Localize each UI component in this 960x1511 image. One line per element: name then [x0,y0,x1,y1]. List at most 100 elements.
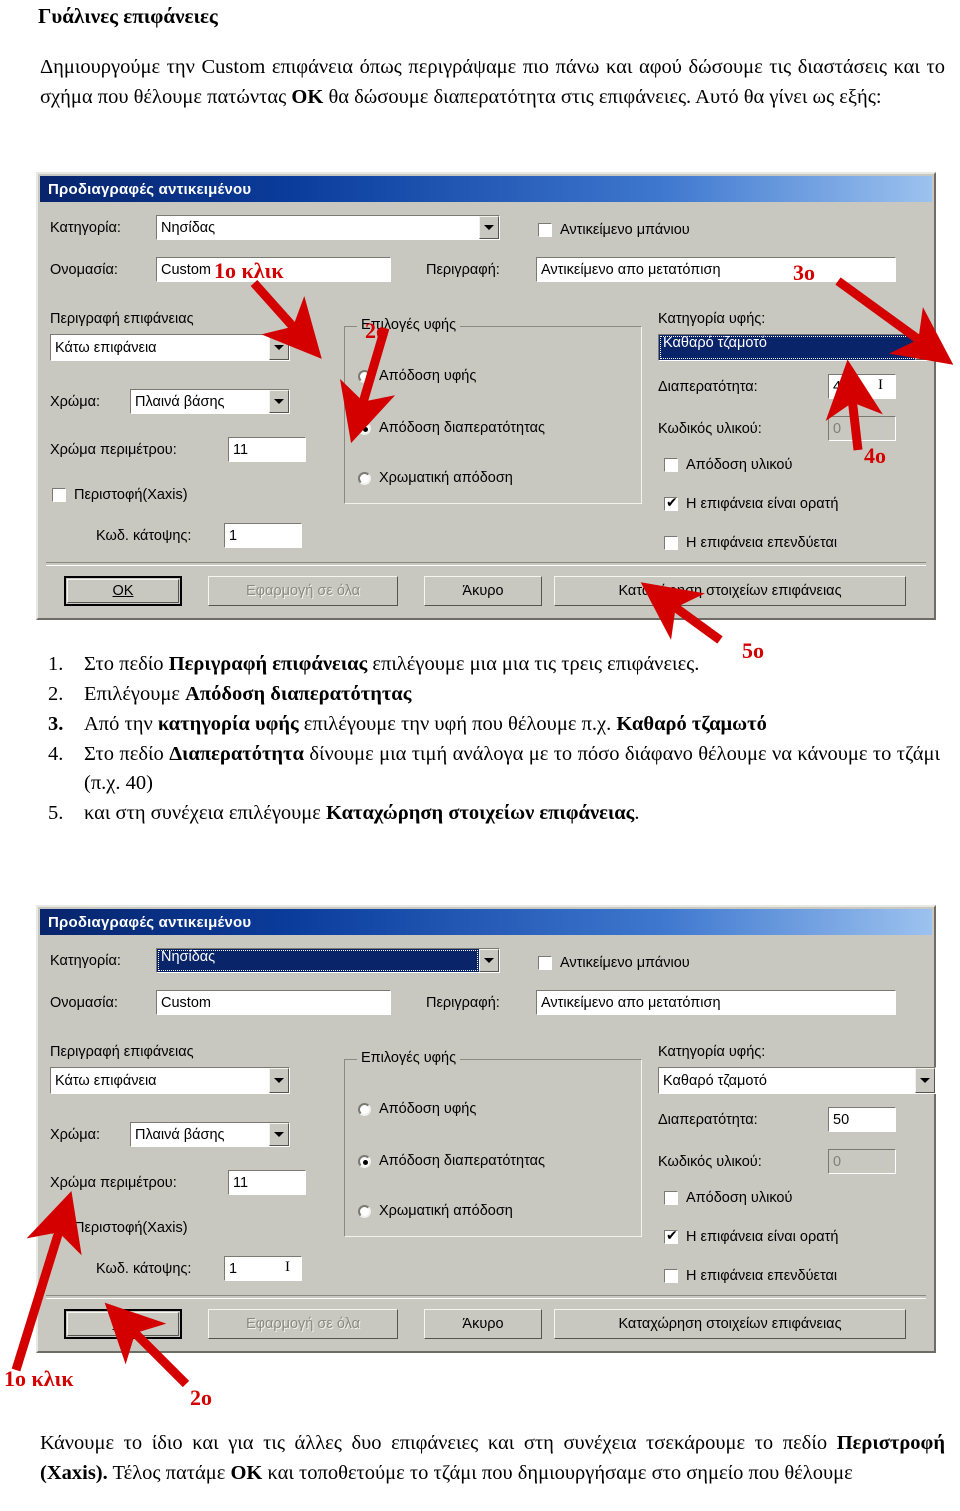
surface-description-combo[interactable]: Κάτω επιφάνεια [50,1067,290,1094]
checkbox-box[interactable] [538,223,552,237]
name-input[interactable]: Custom [156,990,391,1015]
checkbox-surface-visible[interactable]: Η επιφάνεια είναι ορατή [664,1227,838,1245]
checkbox-rotation-xaxis[interactable]: Περιστοφή(Xaxis) [52,1218,188,1236]
ok-button[interactable]: OK [64,576,182,606]
label-transparency: Διαπερατότητα: [658,1112,758,1128]
annotation-4: 4ο [864,443,886,468]
apply-all-button[interactable]: Εφαρμογή σε όλα [208,1309,398,1339]
object-specs-dialog-2[interactable]: Προδιαγραφές αντικειμένου Κατηγορία: Νησ… [36,905,936,1353]
register-surface-button-label: Καταχώρηση στοιχείων επιφάνειας [618,583,842,599]
ok-button[interactable]: OK [64,1309,182,1339]
label-category: Κατηγορία: [50,953,121,969]
description-input[interactable]: Αντικείμενο απο μετατόπιση [536,990,896,1015]
checkbox-box[interactable] [52,1218,66,1236]
chevron-down-icon[interactable] [479,949,499,972]
ok-button-label: OK [112,1316,134,1332]
perimeter-color-input[interactable]: 11 [228,437,306,462]
radio-dot[interactable] [358,369,371,383]
checkbox-rotation-xaxis[interactable]: Περιστοφή(Xaxis) [52,487,188,503]
radio-color-render[interactable]: Χρωματική απόδοση [358,470,513,486]
radio-dot[interactable] [358,421,371,435]
apply-all-button[interactable]: Εφαρμογή σε όλα [208,576,398,606]
perimeter-color-input[interactable]: 11 [228,1170,306,1195]
checkbox-surface-visible-label: Η επιφάνεια είναι ορατή [686,496,839,512]
texture-category-value: Καθαρό τζαμοτό [663,1072,767,1089]
chevron-down-icon[interactable] [479,216,499,239]
chevron-down-icon[interactable] [269,335,289,360]
chevron-down-icon[interactable] [915,1068,935,1093]
list-item-bold-a: Περιγραφή επιφάνειας [168,653,368,675]
color-combo-value: Πλαινά βάσης [135,1126,225,1143]
radio-transparency-render-label: Απόδοση διαπερατότητας [379,1153,545,1169]
list-item-text-a: Στο πεδίο [84,653,169,675]
radio-transparency-render[interactable]: Απόδοση διαπερατότητας [358,1153,545,1169]
checkbox-bath-object-label: Αντικείμενο μπάνιου [560,222,690,238]
checkbox-material-render[interactable]: Απόδοση υλικού [664,1190,792,1206]
register-surface-button[interactable]: Καταχώρηση στοιχείων επιφάνειας [554,576,906,606]
surface-description-value: Κάτω επιφάνεια [55,1072,157,1089]
annotation-5: 5ο [742,638,764,663]
label-plan-code: Κωδ. κάτοψης: [96,528,192,544]
checkbox-box[interactable] [664,1269,678,1283]
chevron-down-icon[interactable] [269,1123,289,1146]
list-item: 1. Στο πεδίο Περιγραφή επιφάνειας επιλέγ… [40,650,940,679]
checkbox-box[interactable] [538,956,552,970]
checkbox-material-render[interactable]: Απόδοση υλικού [664,457,792,473]
register-surface-button[interactable]: Καταχώρηση στοιχείων επιφάνειας [554,1309,906,1339]
radio-dot[interactable] [358,1154,371,1168]
annotation-b1: 1ο κλικ [4,1366,74,1391]
checkbox-box[interactable] [664,536,678,550]
checkbox-bath-object[interactable]: Αντικείμενο μπάνιου [538,955,690,971]
checkbox-box[interactable] [664,1191,678,1205]
checkbox-box[interactable] [664,494,678,512]
dialog-titlebar: Προδιαγραφές αντικειμένου [40,909,932,935]
checkbox-surface-coated-label: Η επιφάνεια επενδύεται [686,1268,838,1284]
cancel-button[interactable]: Άκυρο [424,576,542,606]
list-item: 5. και στη συνέχεια επιλέγουμε Καταχώρησ… [40,799,940,828]
apply-all-button-label: Εφαρμογή σε όλα [245,1316,361,1332]
label-color: Χρώμα: [50,1127,101,1143]
cancel-button[interactable]: Άκυρο [424,1309,542,1339]
category-combo[interactable]: Νησίδας [156,948,500,973]
checkbox-bath-object[interactable]: Αντικείμενο μπάνιου [538,222,690,238]
annotation-1: 1ο κλικ [214,258,284,283]
dialog-titlebar: Προδιαγραφές αντικειμένου [40,176,932,202]
chevron-down-icon[interactable] [915,335,935,360]
transparency-input[interactable]: 40 [828,374,896,399]
radio-dot[interactable] [358,471,371,485]
radio-texture-render[interactable]: Απόδοση υφής [358,1101,476,1117]
list-item-bold-b: Καθαρό τζαμωτό [616,713,767,735]
list-item-bold-a: Απόδοση διαπερατότητας [185,683,412,705]
category-combo[interactable]: Νησίδας [156,215,500,240]
label-transparency: Διαπερατότητα: [658,379,758,395]
transparency-input[interactable]: 50 [828,1107,896,1132]
checkbox-surface-visible[interactable]: Η επιφάνεια είναι ορατή [664,494,839,512]
chevron-down-icon[interactable] [269,390,289,413]
checkbox-box[interactable] [52,488,66,502]
checkbox-box[interactable] [664,458,678,472]
radio-texture-render[interactable]: Απόδοση υφής [358,368,476,384]
plan-code-input[interactable]: 1 [224,523,302,548]
texture-category-combo[interactable]: Καθαρό τζαμοτό [658,1067,936,1094]
checkbox-surface-coated[interactable]: Η επιφάνεια επενδύεται [664,535,837,551]
checkbox-box[interactable] [664,1227,678,1245]
steps-list: 1. Στο πεδίο Περιγραφή επιφάνειας επιλέγ… [40,650,940,829]
description-input[interactable]: Αντικείμενο απο μετατόπιση [536,257,896,282]
surface-description-combo[interactable]: Κάτω επιφάνεια [50,334,290,361]
object-specs-dialog-1[interactable]: Προδιαγραφές αντικειμένου Κατηγορία: Νησ… [36,172,936,620]
texture-category-combo[interactable]: Καθαρό τζαμοτό [658,334,936,361]
color-combo[interactable]: Πλαινά βάσης [130,389,290,414]
checkbox-surface-coated[interactable]: Η επιφάνεια επενδύεται [664,1268,837,1284]
chevron-down-icon[interactable] [269,1068,289,1093]
cancel-button-label: Άκυρο [462,1316,504,1332]
radio-color-render-label: Χρωματική απόδοση [379,1203,513,1219]
list-item-number: 5. [48,802,64,824]
material-code-input: 0 [828,416,896,441]
radio-dot[interactable] [358,1204,371,1218]
radio-transparency-render[interactable]: Απόδοση διαπερατότητας [358,420,545,436]
color-combo[interactable]: Πλαινά βάσης [130,1122,290,1147]
ok-button-label: OK [112,583,134,599]
radio-dot[interactable] [358,1102,371,1116]
radio-color-render[interactable]: Χρωματική απόδοση [358,1203,513,1219]
list-item-number: 3. [48,713,64,735]
